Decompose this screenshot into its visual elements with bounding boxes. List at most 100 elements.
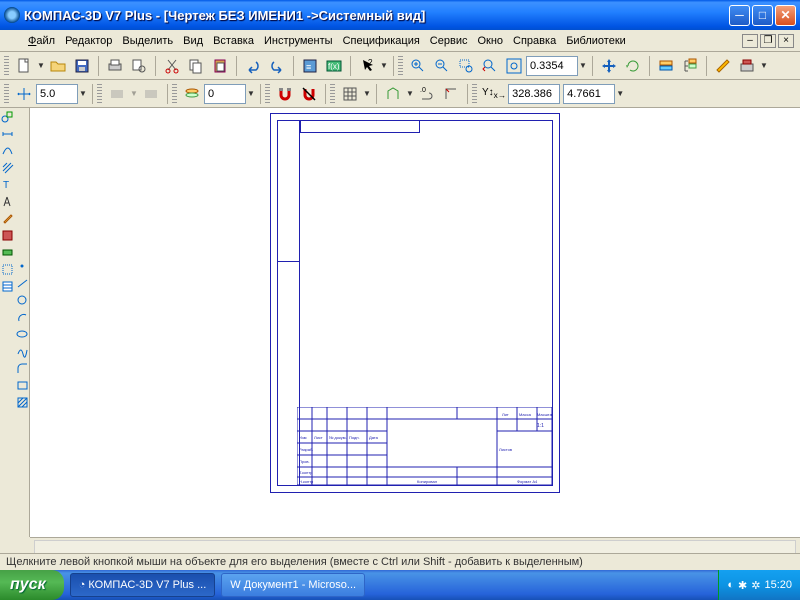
zoom-prev-button[interactable] — [479, 55, 501, 77]
menu-service[interactable]: Сервис — [430, 35, 468, 47]
minimize-button[interactable]: ─ — [729, 5, 750, 26]
layer-input[interactable] — [204, 84, 246, 104]
magnet-off-button[interactable] — [298, 83, 320, 105]
ortho-button[interactable] — [382, 83, 404, 105]
cursor-button[interactable]: ? — [356, 55, 378, 77]
tray-icon[interactable]: ✱ — [738, 579, 747, 592]
menu-help[interactable]: Справка — [513, 35, 556, 47]
grip-icon[interactable] — [330, 84, 335, 104]
variables-button[interactable]: f(x) — [323, 55, 345, 77]
step-button[interactable] — [13, 83, 35, 105]
state-dropdown[interactable]: ▼ — [129, 89, 139, 98]
menu-tools[interactable]: Инструменты — [264, 35, 333, 47]
taskbar-item-word[interactable]: W Документ1 - Microso... — [221, 573, 365, 597]
text-icon[interactable]: T — [0, 176, 15, 193]
line-icon[interactable] — [15, 275, 30, 292]
grip-icon[interactable] — [265, 84, 270, 104]
layers-button[interactable] — [655, 55, 677, 77]
print-button[interactable] — [104, 55, 126, 77]
arc-icon[interactable] — [15, 309, 30, 326]
menu-spec[interactable]: Спецификация — [343, 35, 420, 47]
properties-button[interactable]: ≡ — [299, 55, 321, 77]
ortho-dropdown[interactable]: ▼ — [405, 89, 415, 98]
drawing-canvas[interactable]: Лит Масса Масштаб 1:1 Изм Лист № докум. … — [30, 108, 800, 537]
zoom-value-input[interactable] — [526, 56, 578, 76]
ellipse-icon[interactable] — [15, 326, 30, 343]
maximize-button[interactable]: □ — [752, 5, 773, 26]
menu-edit[interactable]: Редактор — [65, 35, 112, 47]
circle-icon[interactable] — [15, 292, 30, 309]
dimension-icon[interactable] — [0, 125, 15, 142]
mdi-restore-button[interactable]: ❐ — [760, 34, 776, 48]
ortho2-button[interactable] — [440, 83, 462, 105]
menu-insert[interactable]: Вставка — [213, 35, 254, 47]
magnet-on-button[interactable] — [274, 83, 296, 105]
grip-icon[interactable] — [472, 84, 477, 104]
grip-icon[interactable] — [4, 84, 9, 104]
copy-button[interactable] — [185, 55, 207, 77]
menu-file[interactable]: ФФайлайл — [28, 35, 55, 47]
spec-icon[interactable] — [0, 278, 15, 295]
grip-icon[interactable] — [4, 56, 9, 76]
step-dropdown[interactable]: ▼ — [78, 89, 88, 98]
zoom-fit-button[interactable] — [503, 55, 525, 77]
hatch-icon[interactable] — [0, 159, 15, 176]
menu-window[interactable]: Окно — [477, 35, 503, 47]
fillet-icon[interactable] — [15, 360, 30, 377]
edit-icon[interactable] — [0, 210, 15, 227]
redo-button[interactable] — [266, 55, 288, 77]
measure2-icon[interactable] — [0, 244, 15, 261]
preview-button[interactable] — [128, 55, 150, 77]
grid-dropdown[interactable]: ▼ — [362, 89, 372, 98]
grid-button[interactable] — [339, 83, 361, 105]
step-input[interactable] — [36, 84, 78, 104]
coord-dropdown[interactable]: ▼ — [615, 89, 625, 98]
refresh-button[interactable] — [622, 55, 644, 77]
start-button[interactable]: пуск — [0, 570, 64, 600]
coord-x-input[interactable] — [508, 84, 560, 104]
pan-button[interactable] — [598, 55, 620, 77]
save-button[interactable] — [71, 55, 93, 77]
menu-view[interactable]: Вид — [183, 35, 203, 47]
new-button[interactable] — [13, 55, 35, 77]
state2-button[interactable] — [140, 83, 162, 105]
geometry-icon[interactable] — [0, 108, 15, 125]
mdi-close-button[interactable]: × — [778, 34, 794, 48]
layer-dropdown[interactable]: ▼ — [246, 89, 256, 98]
grip-icon[interactable] — [97, 84, 102, 104]
settings-button[interactable] — [736, 55, 758, 77]
new-dropdown[interactable]: ▼ — [36, 61, 46, 70]
zoom-dropdown[interactable]: ▼ — [578, 61, 588, 70]
cut-button[interactable] — [161, 55, 183, 77]
params-icon[interactable] — [0, 227, 15, 244]
tray-icon[interactable]: ◐ — [727, 579, 734, 591]
taskbar-item-kompas[interactable]: ◔ КОМПАС-3D V7 Plus ... — [70, 573, 216, 597]
open-button[interactable] — [47, 55, 69, 77]
spline-icon[interactable] — [15, 343, 30, 360]
mdi-minimize-button[interactable]: – — [742, 34, 758, 48]
rect-icon[interactable] — [15, 377, 30, 394]
menu-select[interactable]: Выделить — [122, 35, 173, 47]
zoom-out-button[interactable] — [431, 55, 453, 77]
undo-button[interactable] — [242, 55, 264, 77]
zoom-window-button[interactable] — [455, 55, 477, 77]
compass-icon[interactable] — [0, 193, 15, 210]
round-button[interactable]: .0 — [416, 83, 438, 105]
close-button[interactable]: ✕ — [775, 5, 796, 26]
grip-icon[interactable] — [172, 84, 177, 104]
menu-libs[interactable]: Библиотеки — [566, 35, 626, 47]
tree-button[interactable] — [679, 55, 701, 77]
system-tray[interactable]: ◐ ✱ ✲ 15:20 — [718, 570, 800, 600]
paste-button[interactable] — [209, 55, 231, 77]
layers2-button[interactable] — [181, 83, 203, 105]
cursor-dropdown[interactable]: ▼ — [379, 61, 389, 70]
coord-y-input[interactable] — [563, 84, 615, 104]
hatch2-icon[interactable] — [15, 394, 30, 411]
zoom-in-button[interactable] — [407, 55, 429, 77]
curve-icon[interactable] — [0, 142, 15, 159]
grip-icon[interactable] — [398, 56, 403, 76]
tray-icon[interactable]: ✲ — [751, 579, 760, 592]
measure-button[interactable] — [712, 55, 734, 77]
select-icon[interactable] — [0, 261, 15, 278]
settings-dropdown[interactable]: ▼ — [759, 61, 769, 70]
